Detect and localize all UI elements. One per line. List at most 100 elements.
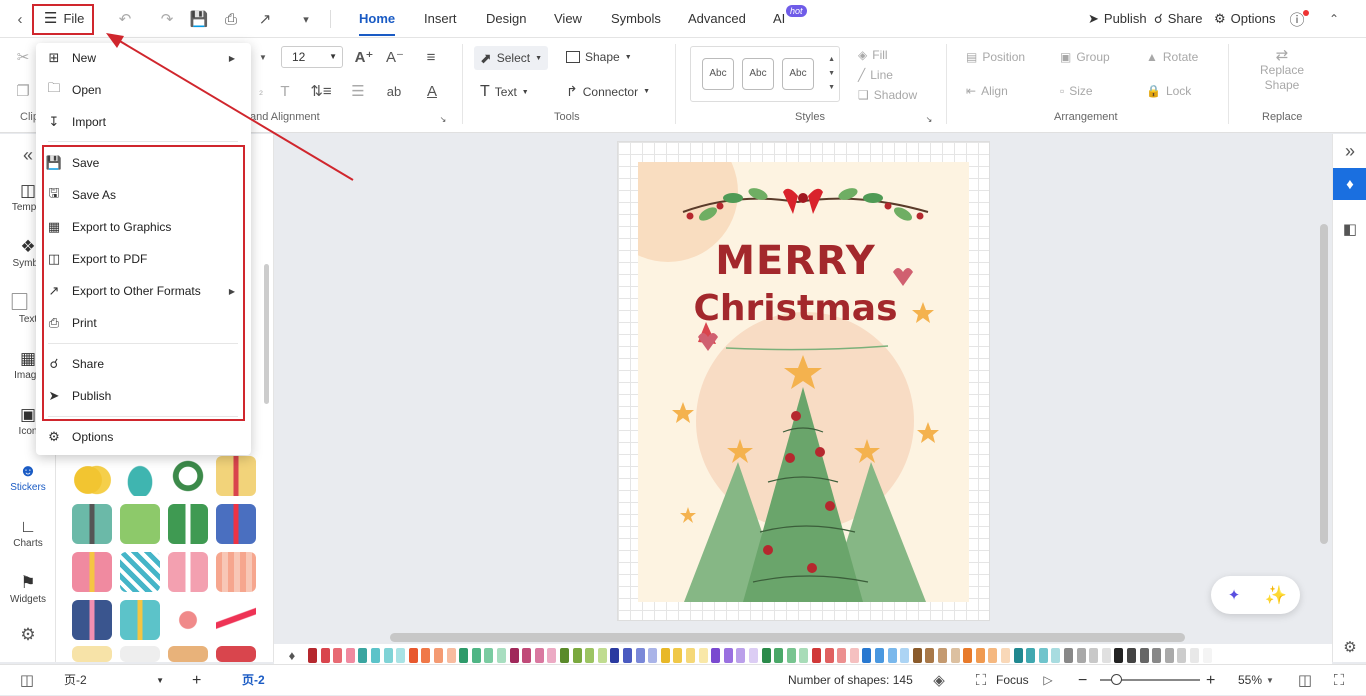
color-swatch[interactable] — [660, 648, 670, 663]
sticker-cane[interactable] — [120, 646, 160, 662]
line-button[interactable]: ╱ Line — [858, 68, 893, 82]
page-selector[interactable]: 页-2 ▼ — [64, 665, 168, 696]
color-swatch[interactable] — [560, 648, 569, 663]
sticker-santa[interactable] — [216, 646, 256, 662]
settings-gear-icon[interactable]: ⚙ — [17, 624, 39, 646]
color-swatch[interactable] — [686, 648, 695, 663]
sparkle-icon[interactable]: ✨ — [1265, 584, 1287, 606]
style-sample-3[interactable]: Abc — [782, 58, 814, 90]
more-dropdown-icon[interactable]: ▾ — [298, 9, 314, 29]
back-icon[interactable]: ‹ — [10, 9, 30, 29]
options-button[interactable]: ⚙ Options — [1214, 0, 1275, 38]
sticker-bell[interactable] — [120, 456, 160, 496]
color-swatch[interactable] — [912, 648, 922, 663]
color-swatch[interactable] — [547, 648, 557, 663]
color-swatch[interactable] — [925, 648, 935, 663]
color-swatch[interactable] — [597, 648, 607, 663]
color-swatch[interactable] — [371, 648, 380, 663]
menu-item-open[interactable]: 🗀 Open — [36, 75, 251, 105]
panel-toggle-icon[interactable]: ◫ — [16, 670, 38, 690]
horizontal-scrollbar[interactable] — [390, 633, 1185, 642]
color-swatch[interactable] — [1051, 648, 1061, 663]
color-swatch[interactable] — [1139, 648, 1149, 663]
fullscreen-icon[interactable]: ⛶ — [1328, 670, 1350, 690]
color-swatch[interactable] — [824, 648, 834, 663]
color-swatch[interactable] — [1001, 648, 1010, 663]
color-swatch[interactable] — [723, 648, 733, 663]
tab-design[interactable]: Design — [486, 0, 526, 38]
color-swatch[interactable] — [761, 648, 771, 663]
color-swatch[interactable] — [1013, 648, 1023, 663]
color-swatch[interactable] — [875, 648, 884, 663]
group-button[interactable]: ▣ Group — [1060, 50, 1110, 64]
sticker-bells[interactable] — [72, 456, 112, 496]
paint-bucket-icon[interactable]: ♦ — [1333, 168, 1366, 200]
select-button[interactable]: ⬈ Select ▼ — [474, 46, 549, 70]
color-swatch[interactable] — [585, 648, 595, 663]
share-button[interactable]: ☌ Share — [1154, 0, 1202, 38]
sticker-gift-bag[interactable] — [120, 504, 160, 544]
sticker-gift-striped[interactable] — [120, 552, 160, 592]
sticker-gift-navy[interactable] — [72, 600, 112, 640]
color-swatch[interactable] — [938, 648, 947, 663]
magic-wand-icon[interactable]: ✦ — [1223, 584, 1245, 606]
text-case-icon[interactable]: ab — [380, 80, 408, 102]
add-page-button[interactable]: + — [192, 665, 201, 696]
chevron-down-icon[interactable]: ▼ — [1264, 673, 1276, 687]
color-swatch[interactable] — [333, 648, 343, 663]
color-swatch[interactable] — [673, 648, 683, 663]
color-swatch[interactable] — [1152, 648, 1162, 663]
color-swatch[interactable] — [434, 648, 443, 663]
tab-ai[interactable]: AI — [773, 0, 785, 38]
focus-icon[interactable]: ⛶ — [970, 670, 992, 690]
color-swatch[interactable] — [471, 648, 481, 663]
color-swatch[interactable] — [988, 648, 998, 663]
color-swatch[interactable] — [837, 648, 847, 663]
sticker-gift-red[interactable] — [216, 456, 256, 496]
size-button[interactable]: ▫ Size — [1060, 84, 1093, 98]
text-align-icon[interactable]: ≡ — [416, 46, 446, 68]
tab-view[interactable]: View — [554, 0, 582, 38]
gear-icon[interactable]: ⚙ — [1339, 636, 1361, 658]
collapse-ribbon-icon[interactable]: ⌃ — [1324, 9, 1344, 29]
font-size-select[interactable]: 12 ▼ — [281, 46, 343, 68]
zoom-in-button[interactable]: + — [1206, 665, 1215, 696]
rotate-button[interactable]: ▲ Rotate — [1146, 50, 1198, 64]
color-swatch[interactable] — [849, 648, 859, 663]
sidebar-item-stickers[interactable]: ☻ Stickers — [0, 460, 56, 493]
sticker-gift-aqua[interactable] — [120, 600, 160, 640]
sidebar-item-widgets[interactable]: ⚑ Widgets — [0, 572, 56, 605]
color-swatch[interactable] — [572, 648, 582, 663]
vertical-scrollbar[interactable] — [1320, 224, 1328, 544]
color-swatch[interactable] — [711, 648, 721, 663]
color-swatch[interactable] — [1114, 648, 1124, 663]
color-swatch[interactable] — [975, 648, 985, 663]
color-swatch[interactable] — [623, 648, 632, 663]
menu-item-new[interactable]: ⊞ New ▶ — [36, 43, 251, 73]
align-button[interactable]: ⇤ Align — [966, 84, 1008, 98]
menu-item-options[interactable]: ⚙ Options — [36, 422, 251, 452]
color-swatch[interactable] — [963, 648, 973, 663]
bullet-list-icon[interactable]: ☰ — [344, 80, 372, 102]
layers-icon[interactable]: ◈ — [928, 670, 950, 690]
line-spacing-icon[interactable]: ⇅≡ — [306, 80, 336, 102]
color-swatch[interactable] — [509, 648, 519, 663]
color-swatch[interactable] — [484, 648, 494, 663]
font-dialog-icon[interactable]: ↘ — [438, 114, 448, 124]
increase-font-icon[interactable]: A⁺ — [353, 46, 375, 68]
color-swatch[interactable] — [1202, 648, 1212, 663]
color-swatch[interactable] — [421, 648, 431, 663]
expand-panel-icon[interactable]: » — [1339, 140, 1361, 162]
color-swatch[interactable] — [497, 648, 506, 663]
color-swatch[interactable] — [698, 648, 708, 663]
color-swatch[interactable] — [396, 648, 406, 663]
color-swatch[interactable] — [1038, 648, 1048, 663]
color-swatch[interactable] — [786, 648, 796, 663]
color-swatch[interactable] — [799, 648, 809, 663]
subscript-icon[interactable]: ₂ — [252, 80, 270, 102]
focus-label[interactable]: Focus — [996, 665, 1029, 696]
tab-advanced[interactable]: Advanced — [688, 0, 746, 38]
sticker-gingerbread[interactable] — [168, 646, 208, 662]
color-swatch[interactable] — [648, 648, 658, 663]
color-swatch[interactable] — [534, 648, 544, 663]
